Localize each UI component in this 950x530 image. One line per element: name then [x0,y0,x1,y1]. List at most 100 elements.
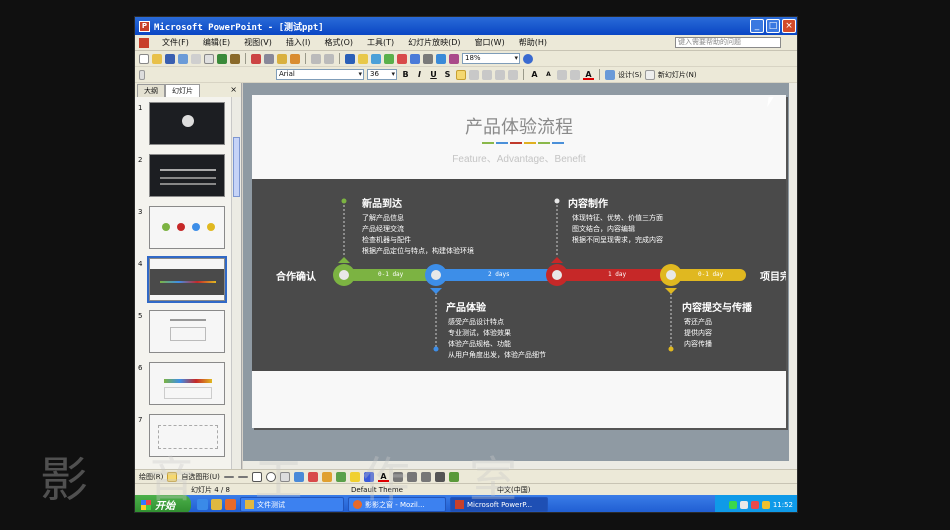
design-button[interactable]: 设计(S) [618,70,642,80]
document-icon [139,37,149,48]
spelling-icon[interactable] [217,53,227,64]
toolbar-handle-icon [139,69,145,80]
open-icon[interactable] [152,53,162,64]
slide-thumbnail[interactable] [149,206,225,249]
menu-bar: 文件(F) 编辑(E) 视图(V) 插入(I) 格式(O) 工具(T) 幻灯片放… [135,35,797,51]
save-icon[interactable] [165,53,175,64]
undo-icon[interactable] [311,53,321,64]
maximize-button[interactable]: □ [766,19,780,33]
align-right-icon[interactable] [482,69,492,80]
insert-chart-icon[interactable] [345,53,355,64]
show-formatting-icon[interactable] [423,53,433,64]
shadow-button[interactable]: S [442,69,453,80]
standard-toolbar: 18% [135,51,797,67]
current-slide[interactable]: 产品体验流程 Feature、Advantage、Benefit 合作确认 项目… [252,95,786,428]
step-title[interactable]: 内容提交与传播 [682,299,752,314]
zoom-select[interactable]: 18% [462,53,520,64]
slide-thumbnail[interactable] [149,310,225,353]
minimize-button[interactable]: _ [750,19,764,33]
insert-table-icon[interactable] [358,53,368,64]
new-slide-icon[interactable] [644,69,655,80]
slide-thumbnail[interactable] [149,362,225,405]
expand-all-icon[interactable] [410,53,420,64]
format-painter-icon[interactable] [290,53,300,64]
menu-file[interactable]: 文件(F) [155,37,196,48]
font-color-icon[interactable]: A [583,69,594,80]
slide-vertical-scrollbar[interactable] [789,83,797,469]
menu-view[interactable]: 视图(V) [237,37,279,48]
new-icon[interactable] [139,53,149,64]
research-icon[interactable] [230,53,240,64]
align-left-icon[interactable] [456,69,466,80]
end-label[interactable]: 项目完 [760,268,786,283]
menu-help[interactable]: 帮助(H) [512,37,554,48]
slide-thumbnail[interactable] [149,102,225,145]
grid-icon[interactable] [436,53,446,64]
step-item: 体验产品规格、功能 [448,340,511,348]
tables-borders-icon[interactable] [371,53,381,64]
slide-subtitle[interactable]: Feature、Advantage、Benefit [252,150,786,165]
step-item: 了解产品信息 [362,214,404,222]
menu-tools[interactable]: 工具(T) [360,37,401,48]
menu-slideshow[interactable]: 幻灯片放映(D) [401,37,467,48]
insert-diagram-icon[interactable] [397,53,407,64]
help-search-input[interactable]: 键入需要帮助的问题 [675,37,781,48]
cut-icon[interactable] [251,53,261,64]
security-icon[interactable] [750,500,759,509]
insert-picture-icon[interactable] [384,53,394,64]
step-title[interactable]: 内容制作 [568,195,608,210]
volume-icon[interactable] [739,500,748,509]
increase-font-icon[interactable]: A [529,69,540,80]
bullets-icon[interactable] [508,69,518,80]
new-slide-button[interactable]: 新幻灯片(N) [658,70,697,80]
slides-panel: 大纲 幻灯片 × 1 2 3 4 5 6 7 [135,83,242,469]
slide-thumbnail[interactable] [149,154,225,197]
align-center-icon[interactable] [469,69,479,80]
step-title[interactable]: 产品体验 [446,299,486,314]
step-title[interactable]: 新品到达 [362,195,402,210]
accent-line [552,142,564,144]
close-button[interactable]: × [782,19,796,33]
bold-button[interactable]: B [400,69,411,80]
slide-thumbnail-selected[interactable] [147,256,227,303]
tab-slides[interactable]: 幻灯片 [165,84,200,97]
input-method-icon[interactable] [761,500,770,509]
color-grayscale-icon[interactable] [449,53,459,64]
font-size-select[interactable]: 36 [367,69,397,80]
slide-number: 7 [138,416,143,424]
numbering-icon[interactable] [495,69,505,80]
thumbnail-list: 1 2 3 4 5 6 7 [135,97,231,469]
italic-button[interactable]: I [414,69,425,80]
paste-icon[interactable] [277,53,287,64]
increase-indent-icon[interactable] [570,69,580,80]
step-item: 感受产品设计特点 [448,318,504,326]
help-icon[interactable] [523,53,533,64]
permission-icon[interactable] [178,53,188,64]
thumbnail-logo [182,115,194,127]
menu-format[interactable]: 格式(O) [317,37,360,48]
tab-outline[interactable]: 大纲 [137,84,165,97]
start-label[interactable]: 合作确认 [276,268,316,283]
menu-insert[interactable]: 插入(I) [279,37,318,48]
network-icon[interactable] [728,500,737,509]
print-preview-icon[interactable] [204,53,214,64]
slide-title[interactable]: 产品体验流程 [252,113,786,139]
copy-icon[interactable] [264,53,274,64]
window-title: Microsoft PowerPoint - [测试ppt] [154,22,324,33]
close-pane-icon[interactable]: × [230,85,237,94]
decrease-indent-icon[interactable] [557,69,567,80]
design-icon[interactable] [605,69,615,80]
step-item: 从用户角度出发，体验产品细节 [448,351,546,359]
menu-window[interactable]: 窗口(W) [468,37,512,48]
underline-button[interactable]: U [428,69,439,80]
menu-edit[interactable]: 编辑(E) [196,37,237,48]
print-icon[interactable] [191,53,201,64]
redo-icon[interactable] [324,53,334,64]
step-item: 检查机器与配件 [362,236,411,244]
font-select[interactable]: Arial [276,69,364,80]
accent-line [496,142,508,144]
thumbnail-scrollbar[interactable] [231,97,241,469]
slide-number: 1 [138,104,143,112]
step-item: 寄还产品 [684,318,712,326]
decrease-font-icon[interactable]: A [543,69,554,80]
